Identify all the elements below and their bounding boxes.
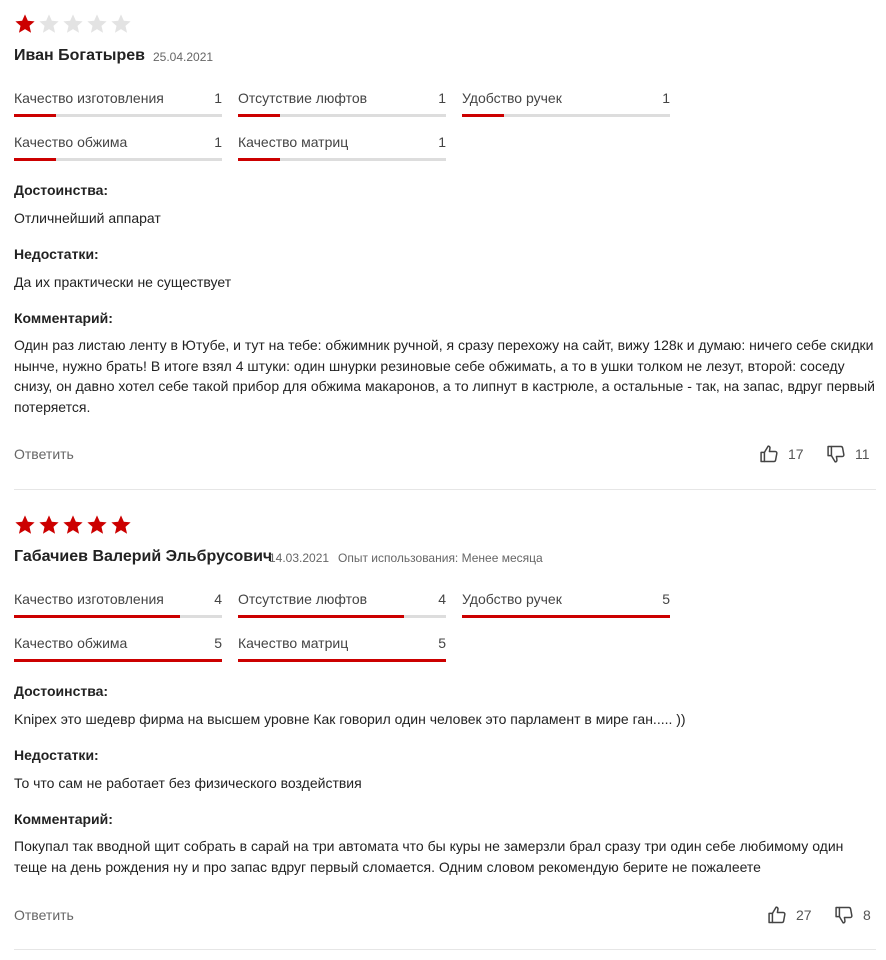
cons-title: Недостатки: xyxy=(14,747,99,763)
star-icon xyxy=(14,514,36,536)
star-icon xyxy=(86,13,108,35)
metric-bar-fill xyxy=(238,158,280,161)
metric-build-quality: Качество изготовления 1 xyxy=(14,90,222,120)
metric-bar xyxy=(238,114,446,117)
metric-handle-comfort: Удобство ручек 1 xyxy=(462,90,670,120)
metric-bar-fill xyxy=(14,114,56,117)
metric-bar-fill xyxy=(14,659,222,662)
cons-title: Недостатки: xyxy=(14,246,99,262)
metric-bar-fill xyxy=(14,615,181,618)
pros-title: Достоинства: xyxy=(14,182,109,198)
dislike-count: 11 xyxy=(855,446,870,462)
metric-label: Отсутствие люфтов xyxy=(238,591,368,607)
review-author: Иван Богатырев xyxy=(14,47,145,64)
dislike-button[interactable]: 11 xyxy=(826,444,870,464)
metric-bar-fill xyxy=(238,659,446,662)
thumbs-down-icon xyxy=(826,444,846,464)
metric-bar xyxy=(238,615,446,618)
review-card: Иван Богатырев 25.04.2021 Качество изгот… xyxy=(14,0,876,490)
metric-value: 1 xyxy=(662,90,670,106)
metric-handle-comfort: Удобство ручек 5 xyxy=(462,591,670,621)
metric-value: 5 xyxy=(662,591,670,607)
pros-title: Достоинства: xyxy=(14,683,109,699)
comment-text: Один раз листаю ленту в Ютубе, и тут на … xyxy=(14,337,876,415)
dislike-count: 8 xyxy=(863,907,871,923)
review-date: 14.03.2021 xyxy=(269,551,330,565)
metric-label: Качество изготовления xyxy=(14,591,164,607)
star-icon xyxy=(38,514,60,536)
metric-value: 5 xyxy=(438,635,446,651)
dislike-button[interactable]: 8 xyxy=(834,905,871,925)
metric-no-backlash: Отсутствие люфтов 1 xyxy=(238,90,446,120)
thumbs-up-icon xyxy=(759,444,779,464)
metric-build-quality: Качество изготовления 4 xyxy=(14,591,222,621)
metric-bar xyxy=(462,615,670,618)
review-author: Габачиев Валерий Эльбрусович xyxy=(14,548,273,565)
star-icon xyxy=(62,514,84,536)
like-count: 17 xyxy=(788,446,804,462)
star-icon xyxy=(38,13,60,35)
review-divider xyxy=(14,489,876,490)
metric-label: Качество обжима xyxy=(14,635,128,651)
pros-text: Отличнейший аппарат xyxy=(14,210,161,226)
like-count: 27 xyxy=(796,907,812,923)
metric-bar-fill xyxy=(14,158,56,161)
like-button[interactable]: 17 xyxy=(759,444,804,464)
metric-bar-fill xyxy=(462,114,504,117)
metric-value: 4 xyxy=(438,591,446,607)
metric-crimp-quality: Качество обжима 5 xyxy=(14,635,222,665)
comment-title: Комментарий: xyxy=(14,310,113,326)
metric-bar-fill xyxy=(462,615,670,618)
metric-die-quality: Качество матриц 5 xyxy=(238,635,446,665)
metric-die-quality: Качество матриц 1 xyxy=(238,134,446,164)
metric-no-backlash: Отсутствие люфтов 4 xyxy=(238,591,446,621)
metric-label: Удобство ручек xyxy=(462,591,562,607)
comment-title: Комментарий: xyxy=(14,811,113,827)
reply-button[interactable]: Ответить xyxy=(14,446,74,462)
review-divider xyxy=(14,949,876,950)
star-icon xyxy=(14,13,36,35)
metric-value: 1 xyxy=(438,90,446,106)
usage-experience: Опыт использования: Менее месяца xyxy=(338,551,543,565)
metric-value: 5 xyxy=(214,635,222,651)
star-icon xyxy=(110,13,132,35)
metric-label: Качество матриц xyxy=(238,134,349,150)
star-icon xyxy=(86,514,108,536)
metric-crimp-quality: Качество обжима 1 xyxy=(14,134,222,164)
review-date: 25.04.2021 xyxy=(153,50,214,64)
metric-label: Удобство ручек xyxy=(462,90,562,106)
cons-text: То что сам не работает без физического в… xyxy=(14,775,362,791)
metric-value: 1 xyxy=(214,134,222,150)
metric-label: Отсутствие люфтов xyxy=(238,90,368,106)
cons-text: Да их практически не существует xyxy=(14,274,232,290)
star-icon xyxy=(110,514,132,536)
review-card: Габачиев Валерий Эльбрусович 14.03.2021 … xyxy=(14,501,876,951)
metric-label: Качество обжима xyxy=(14,134,128,150)
reply-button[interactable]: Ответить xyxy=(14,907,74,923)
metric-value: 1 xyxy=(438,134,446,150)
metric-bar xyxy=(14,615,222,618)
metric-bar xyxy=(238,659,446,662)
metric-bar xyxy=(14,114,222,117)
metric-bar xyxy=(14,158,222,161)
metric-label: Качество матриц xyxy=(238,635,349,651)
thumbs-down-icon xyxy=(834,905,854,925)
metric-bar-fill xyxy=(238,114,280,117)
metric-bar xyxy=(238,158,446,161)
metric-bar xyxy=(462,114,670,117)
metric-bar xyxy=(14,659,222,662)
comment-text: Покупал так вводной щит собрать в сарай … xyxy=(14,838,844,875)
metric-bar-fill xyxy=(238,615,405,618)
metric-value: 4 xyxy=(214,591,222,607)
metric-label: Качество изготовления xyxy=(14,90,164,106)
pros-text: Knipex это шедевр фирма на высшем уровне… xyxy=(14,711,686,727)
thumbs-up-icon xyxy=(767,905,787,925)
metric-value: 1 xyxy=(214,90,222,106)
like-button[interactable]: 27 xyxy=(767,905,812,925)
star-icon xyxy=(62,13,84,35)
